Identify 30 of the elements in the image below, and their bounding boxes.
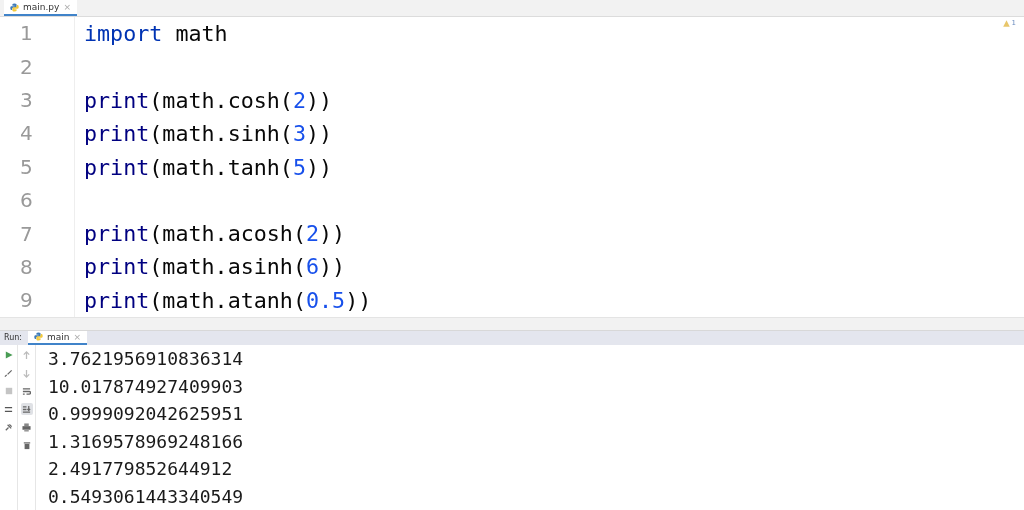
code-line: print(math.acosh(2)) bbox=[84, 220, 346, 249]
line-number: 1 bbox=[19, 20, 34, 48]
code-line: print(math.atanh(0.5)) bbox=[84, 286, 372, 315]
output-line: 2.491779852644912 bbox=[48, 457, 234, 481]
line-number: 4 bbox=[19, 120, 34, 148]
print-icon[interactable] bbox=[20, 421, 33, 433]
output-line: 1.3169578969248166 bbox=[48, 429, 244, 454]
code-line: import math bbox=[84, 20, 228, 49]
line-number: 7 bbox=[19, 220, 34, 248]
python-icon bbox=[34, 332, 44, 342]
code-line: print(math.sinh(3)) bbox=[84, 120, 333, 149]
output-line: 0.5493061443340549 bbox=[48, 484, 244, 509]
output-line: 0.9999092042625951 bbox=[48, 402, 244, 426]
scroll-to-end-icon[interactable] bbox=[20, 403, 33, 415]
output-line: 10.017874927409903 bbox=[48, 374, 244, 399]
line-number: 2 bbox=[19, 53, 34, 81]
run-tab[interactable]: main × bbox=[28, 330, 88, 345]
run-label: Run: bbox=[4, 332, 23, 345]
line-number: 5 bbox=[19, 153, 34, 181]
output-line: 3.7621956910836314 bbox=[48, 347, 244, 371]
code-line: print(math.tanh(5)) bbox=[84, 153, 333, 182]
line-number: 9 bbox=[19, 287, 34, 315]
editor-tab[interactable]: main.py × bbox=[4, 0, 77, 17]
code-line: print(math.asinh(6)) bbox=[84, 253, 346, 282]
soft-wrap-icon[interactable] bbox=[20, 385, 33, 397]
line-number: 8 bbox=[19, 253, 34, 281]
line-number: 6 bbox=[19, 187, 34, 215]
code-line: print(math.cosh(2)) bbox=[84, 86, 333, 115]
python-icon bbox=[10, 2, 19, 12]
line-number: 3 bbox=[19, 87, 34, 114]
